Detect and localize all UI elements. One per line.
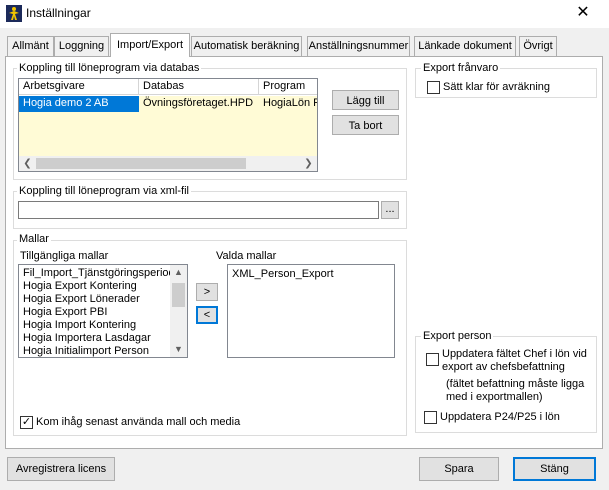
remember-checkbox[interactable]: ✓ bbox=[20, 416, 33, 429]
check-icon: ✓ bbox=[21, 416, 32, 428]
tab-automatisk-berakning[interactable]: Automatisk beräkning bbox=[191, 36, 302, 56]
xml-path-input[interactable] bbox=[18, 201, 379, 219]
list-item[interactable]: Hogia Export Kontering bbox=[23, 280, 137, 293]
move-left-button[interactable]: < bbox=[196, 306, 218, 324]
remove-button[interactable]: Ta bort bbox=[332, 115, 399, 135]
grid-horizontal-scrollbar[interactable]: ❮ ❯ bbox=[19, 156, 317, 171]
befattning-note-line1: (fältet befattning måste ligga bbox=[446, 378, 585, 390]
scroll-down-icon[interactable]: ▼ bbox=[170, 342, 187, 357]
list-item[interactable]: Hogia Import Kontering bbox=[23, 319, 136, 332]
list-item[interactable]: Hogia Export Lönerader bbox=[23, 293, 140, 306]
grid-header-program[interactable]: Program bbox=[259, 79, 317, 95]
grid-empty-area bbox=[19, 112, 317, 156]
hogia-person-icon bbox=[6, 5, 22, 22]
list-item[interactable]: Hogia Initialimport Person bbox=[23, 345, 149, 357]
update-chief-label-line1[interactable]: Uppdatera fältet Chef i lön vid bbox=[442, 348, 587, 360]
add-button[interactable]: Lägg till bbox=[332, 90, 399, 110]
window-title: Inställningar bbox=[26, 6, 91, 20]
export-person-label: Export person bbox=[421, 330, 494, 342]
title-bar bbox=[0, 0, 609, 28]
close-button[interactable]: Stäng bbox=[513, 457, 596, 481]
tab-ovrigt[interactable]: Övrigt bbox=[519, 36, 557, 56]
available-templates-list[interactable]: Fil_Import_Tjänstgöringsperiode Hogia Ex… bbox=[18, 264, 188, 358]
close-icon[interactable]: ✕ bbox=[572, 3, 594, 23]
ready-for-settlement-label[interactable]: Sätt klar för avräkning bbox=[443, 81, 550, 93]
update-p24-checkbox[interactable] bbox=[424, 411, 437, 424]
scroll-right-icon[interactable]: ❯ bbox=[300, 156, 317, 171]
update-chief-label-line2[interactable]: export av chefsbefattning bbox=[442, 361, 565, 373]
export-absence-label: Export frånvaro bbox=[421, 62, 501, 74]
grid-header: Arbetsgivare Databas Program bbox=[19, 79, 317, 95]
db-group-label: Koppling till löneprogram via databas bbox=[17, 62, 202, 74]
selected-templates-list[interactable]: XML_Person_Export bbox=[227, 264, 395, 358]
scroll-thumb[interactable] bbox=[36, 158, 246, 169]
browse-button[interactable]: ... bbox=[381, 201, 399, 219]
grid-cell-employer[interactable]: Hogia demo 2 AB bbox=[19, 96, 139, 112]
unregister-license-button[interactable]: Avregistrera licens bbox=[7, 457, 115, 481]
list-item[interactable]: Hogia Importera Lasdagar bbox=[23, 332, 151, 345]
update-p24-label[interactable]: Uppdatera P24/P25 i lön bbox=[440, 411, 560, 423]
ready-for-settlement-checkbox[interactable] bbox=[427, 81, 440, 94]
remember-label[interactable]: Kom ihåg senast använda mall och media bbox=[36, 416, 240, 428]
employer-grid[interactable]: Arbetsgivare Databas Program Hogia demo … bbox=[18, 78, 318, 172]
tab-allmant[interactable]: Allmänt bbox=[7, 36, 54, 56]
list-item[interactable]: XML_Person_Export bbox=[232, 268, 334, 281]
available-list-scrollbar[interactable]: ▲ ▼ bbox=[170, 265, 187, 357]
list-item[interactable]: Fil_Import_Tjänstgöringsperiode bbox=[23, 267, 181, 280]
table-row[interactable]: Hogia demo 2 AB Övningsföretaget.HPD Hog… bbox=[19, 96, 317, 112]
grid-header-database[interactable]: Databas bbox=[139, 79, 259, 95]
befattning-note-line2: med i exportmallen) bbox=[446, 391, 543, 403]
grid-cell-database[interactable]: Övningsföretaget.HPD bbox=[139, 96, 259, 112]
templates-group-label: Mallar bbox=[17, 233, 51, 245]
save-button[interactable]: Spara bbox=[419, 457, 499, 481]
move-right-button[interactable]: > bbox=[196, 283, 218, 301]
available-templates-label: Tillgängliga mallar bbox=[20, 250, 109, 262]
scroll-thumb[interactable] bbox=[172, 283, 185, 307]
grid-cell-program[interactable]: HogiaLön P bbox=[259, 96, 317, 112]
tab-anstallningsnummer[interactable]: Anställningsnummer bbox=[307, 36, 410, 56]
tab-loggning[interactable]: Loggning bbox=[54, 36, 109, 56]
list-item[interactable]: Hogia Export PBI bbox=[23, 306, 107, 319]
scroll-up-icon[interactable]: ▲ bbox=[170, 265, 187, 280]
tab-lankade-dokument[interactable]: Länkade dokument bbox=[414, 36, 516, 56]
grid-header-employer[interactable]: Arbetsgivare bbox=[19, 79, 139, 95]
tab-import-export[interactable]: Import/Export bbox=[110, 33, 190, 57]
selected-templates-label: Valda mallar bbox=[216, 250, 277, 262]
xml-group-label: Koppling till löneprogram via xml-fil bbox=[17, 185, 191, 197]
scroll-left-icon[interactable]: ❮ bbox=[19, 156, 36, 171]
update-chief-checkbox[interactable] bbox=[426, 353, 439, 366]
